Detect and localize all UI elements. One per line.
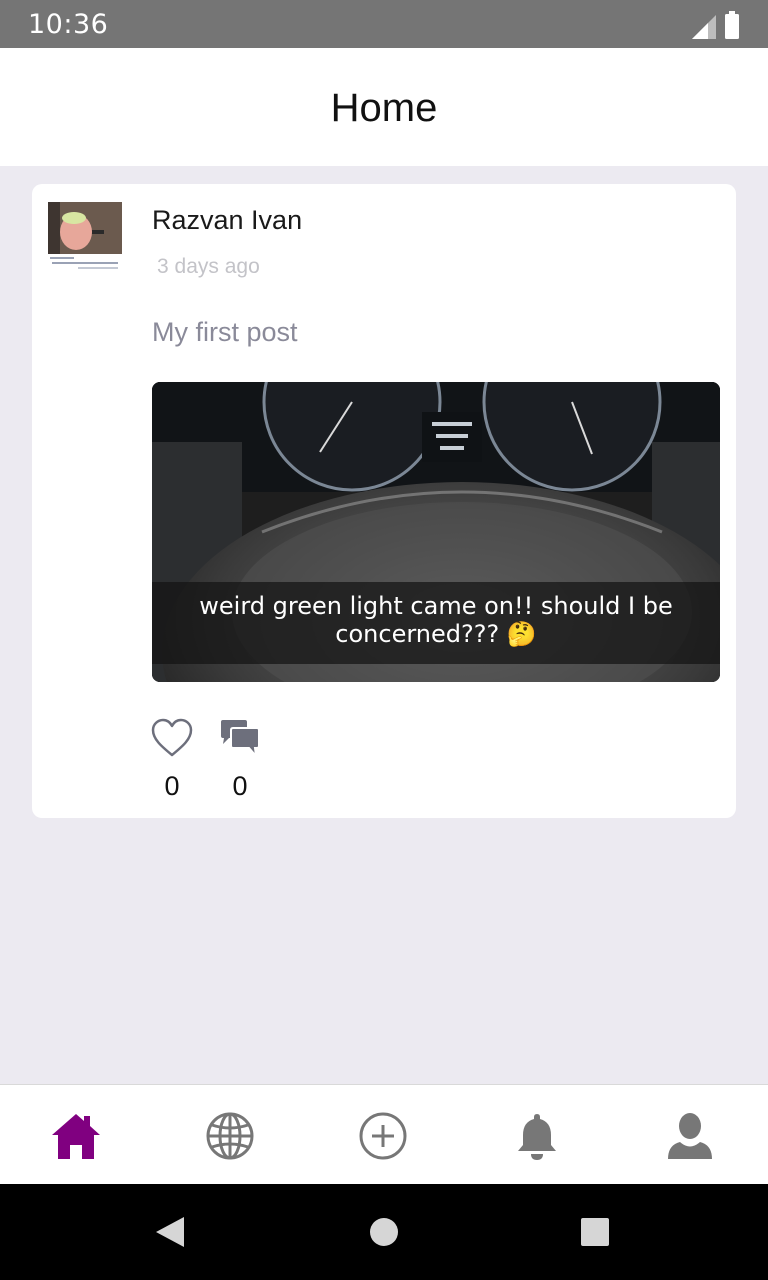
add-circle-icon bbox=[359, 1112, 407, 1160]
nav-explore[interactable] bbox=[203, 1109, 257, 1163]
heart-icon bbox=[151, 718, 193, 757]
image-caption-band: weird green light came on!! should I be … bbox=[152, 582, 720, 664]
post-card[interactable]: Razvan Ivan 3 days ago My first post wei… bbox=[32, 184, 736, 818]
battery-icon bbox=[725, 11, 739, 39]
system-home-button[interactable] bbox=[366, 1214, 402, 1250]
nav-create-post[interactable] bbox=[356, 1109, 410, 1163]
home-icon bbox=[52, 1114, 100, 1159]
signal-icon bbox=[692, 15, 716, 39]
back-icon bbox=[156, 1217, 184, 1247]
comment-count: 0 bbox=[232, 771, 248, 801]
like-count: 0 bbox=[164, 771, 180, 801]
post-text: My first post bbox=[152, 317, 298, 347]
page-title: Home bbox=[330, 86, 438, 130]
recents-icon bbox=[581, 1218, 609, 1246]
app-header: Home bbox=[0, 48, 768, 166]
author-name[interactable]: Razvan Ivan bbox=[152, 205, 302, 236]
bottom-nav bbox=[0, 1084, 768, 1184]
system-recents-button[interactable] bbox=[577, 1214, 613, 1250]
status-bar: 10:36 bbox=[0, 0, 768, 48]
avatar[interactable] bbox=[48, 202, 122, 274]
post-timestamp: 3 days ago bbox=[157, 255, 260, 278]
image-caption: weird green light came on!! should I be … bbox=[199, 592, 673, 648]
like-button[interactable]: 0 bbox=[150, 718, 194, 802]
avatar-image bbox=[48, 202, 122, 274]
nav-home[interactable] bbox=[49, 1109, 103, 1163]
comment-button[interactable]: 0 bbox=[218, 718, 262, 802]
profile-icon bbox=[668, 1113, 712, 1159]
post-image[interactable]: weird green light came on!! should I be … bbox=[152, 382, 720, 682]
bell-icon bbox=[518, 1114, 556, 1160]
system-back-button[interactable] bbox=[152, 1214, 188, 1250]
comments-icon bbox=[221, 720, 260, 760]
system-nav-bar bbox=[0, 1184, 768, 1280]
nav-notifications[interactable] bbox=[510, 1109, 564, 1163]
status-icons bbox=[692, 11, 740, 39]
globe-icon bbox=[206, 1112, 254, 1160]
home-circle-icon bbox=[370, 1218, 398, 1246]
nav-profile[interactable] bbox=[663, 1109, 717, 1163]
status-time: 10:36 bbox=[28, 9, 109, 40]
